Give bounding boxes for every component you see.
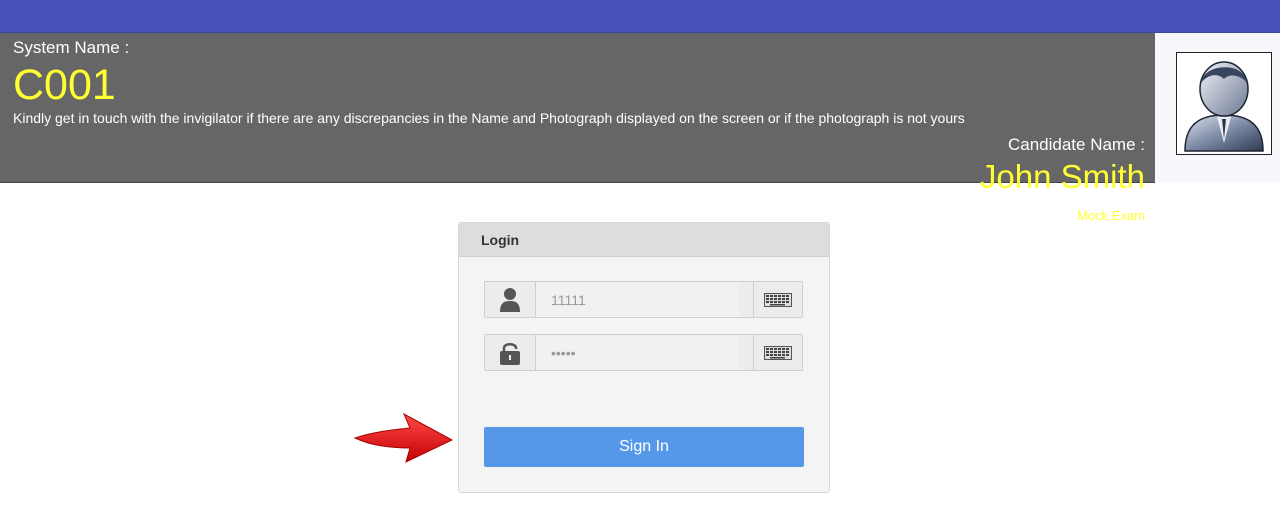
candidate-name-label: Candidate Name :	[1007, 135, 1145, 154]
red-arrow-icon	[353, 412, 454, 463]
password-input[interactable]	[536, 335, 739, 370]
photo-area	[1155, 33, 1280, 182]
login-header: Login	[459, 223, 829, 257]
keyboard-icon[interactable]	[753, 335, 802, 370]
login-title: Login	[481, 232, 520, 248]
system-name-value: C001	[13, 61, 116, 109]
username-field	[484, 281, 803, 318]
exam-name: Mock Exam	[1077, 208, 1145, 223]
top-bar	[0, 0, 1280, 33]
login-panel: Login 11111 ••••• Sign In	[458, 222, 830, 493]
lock-icon	[485, 335, 536, 370]
user-icon	[485, 282, 536, 317]
system-name-label: System Name :	[13, 38, 130, 57]
sign-in-button[interactable]: Sign In	[484, 427, 804, 467]
username-input[interactable]	[536, 282, 739, 317]
candidate-name-value: John Smith	[979, 158, 1145, 195]
invigilator-notice: Kindly get in touch with the invigilator…	[13, 110, 965, 126]
candidate-photo	[1176, 52, 1272, 155]
password-field	[484, 334, 803, 371]
avatar-icon	[1184, 61, 1264, 152]
keyboard-icon[interactable]	[753, 282, 802, 317]
